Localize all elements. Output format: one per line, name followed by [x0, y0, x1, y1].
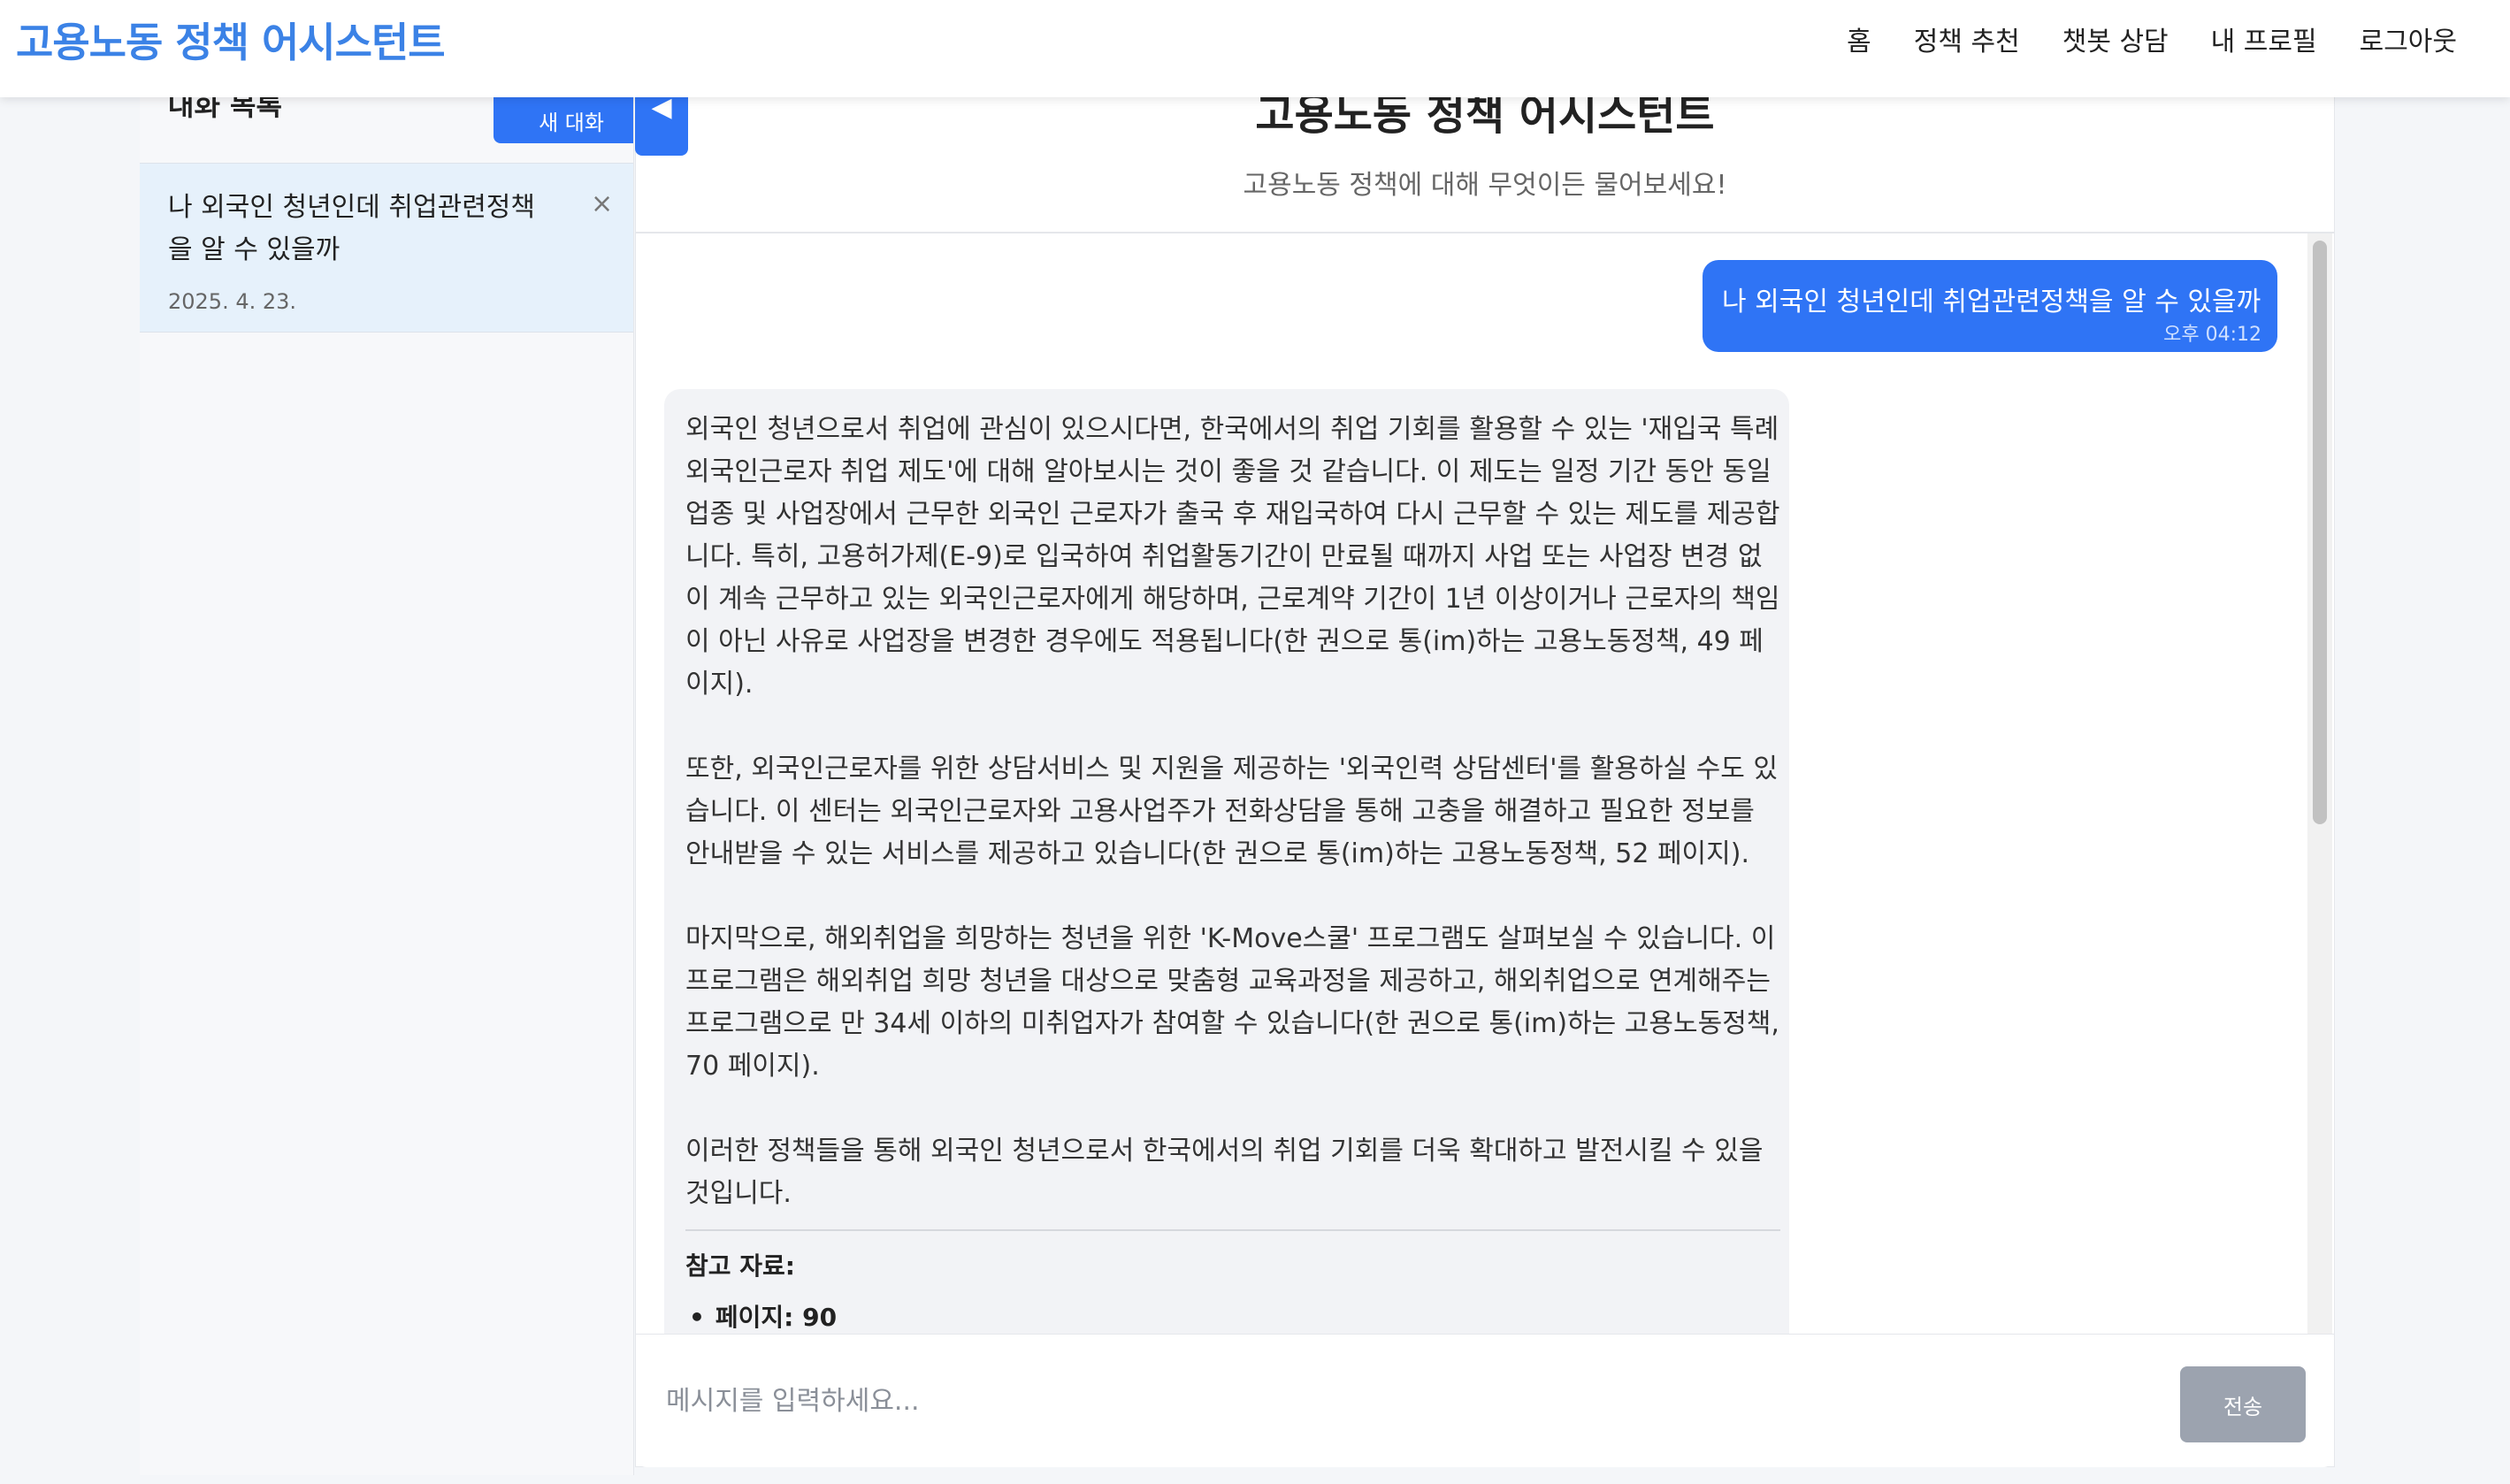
message-input-bar: 전송 [636, 1334, 2334, 1467]
conversation-title: 나 외국인 청년인데 취업관련정책을 알 수 있을까 [168, 192, 536, 265]
message-scrollbar[interactable] [2307, 233, 2332, 1431]
nav-link-profile[interactable]: 내 프로필 [2211, 19, 2317, 58]
user-message-text: 나 외국인 청년인데 취업관련정책을 알 수 있을까 [1722, 287, 2261, 317]
nav-links: 홈 정책 추천 챗봇 상담 내 프로필 로그아웃 [1847, 19, 2457, 58]
bot-message-bubble: 외국인 청년으로서 취업에 관심이 있으시다면, 한국에서의 취업 기회를 활용… [664, 389, 1789, 1431]
message-input[interactable] [664, 1365, 1906, 1437]
references-title: 참고 자료: [685, 1251, 795, 1281]
bullet-icon: • [689, 1303, 705, 1332]
message-list: 나 외국인 청년인데 취업관련정책을 알 수 있을까 오후 04:12 외국인 … [636, 233, 2306, 1431]
chat-subtitle: 고용노동 정책에 대해 무엇이든 물어보세요! [1243, 170, 1727, 201]
conversation-sidebar: 대화 목록 새 대화 나 외국인 청년인데 취업관련정책을 알 수 있을까 20… [140, 97, 634, 1475]
brand-logo-link[interactable]: 고용노동 정책 어시스턴트 [16, 11, 446, 69]
scrollbar-thumb[interactable] [2313, 241, 2327, 824]
user-message-bubble: 나 외국인 청년인데 취업관련정책을 알 수 있을까 오후 04:12 [1703, 260, 2277, 352]
reference-item-label: 페이지: 90 [715, 1303, 838, 1332]
conversation-date: 2025. 4. 23. [168, 289, 297, 314]
sidebar-title: 대화 목록 [168, 97, 282, 122]
send-button[interactable]: 전송 [2180, 1366, 2306, 1442]
nav-link-policy-recommend[interactable]: 정책 추천 [1914, 19, 2020, 58]
user-message-time: 오후 04:12 [2163, 324, 2261, 346]
reference-divider [685, 1229, 1780, 1231]
nav-link-home[interactable]: 홈 [1847, 19, 1871, 58]
chat-panel: 고용노동 정책 어시스턴트 고용노동 정책에 대해 무엇이든 물어보세요! 나 … [635, 90, 2335, 1467]
top-navbar: 고용노동 정책 어시스턴트 홈 정책 추천 챗봇 상담 내 프로필 로그아웃 [0, 0, 2510, 97]
close-icon[interactable]: × [591, 188, 613, 219]
conversation-item[interactable]: 나 외국인 청년인데 취업관련정책을 알 수 있을까 2025. 4. 23. … [140, 163, 633, 333]
bot-message-text: 외국인 청년으로서 취업에 관심이 있으시다면, 한국에서의 취업 기회를 활용… [685, 414, 1780, 1209]
nav-link-chatbot[interactable]: 챗봇 상담 [2062, 19, 2169, 58]
reference-item: • 페이지: 90 [689, 1298, 837, 1334]
nav-link-logout[interactable]: 로그아웃 [2360, 19, 2457, 58]
new-chat-button[interactable]: 새 대화 [494, 97, 633, 143]
